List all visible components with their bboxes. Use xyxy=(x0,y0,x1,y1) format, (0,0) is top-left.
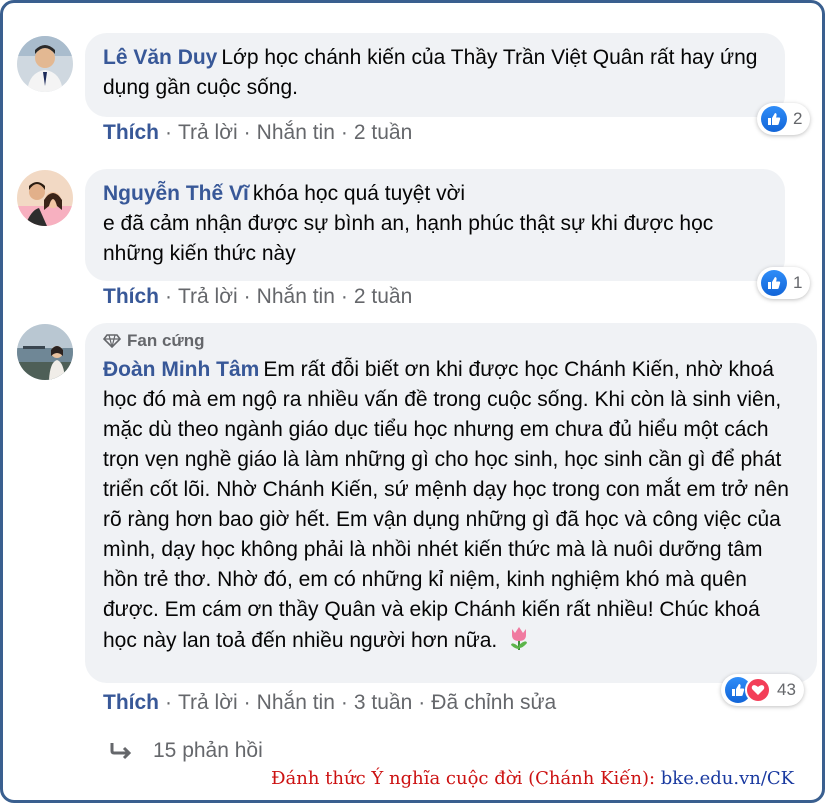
comment-bubble: Fan cứng Đoàn Minh Tâm Em rất đỗi biết ơn… xyxy=(85,323,817,683)
comment-text: khóa học quá tuyệt vời xyxy=(252,182,466,205)
comment-panel: Lê Văn Duy Lớp học chánh kiến của Thầy Tr… xyxy=(0,0,825,803)
replies-count[interactable]: 15 phản hồi xyxy=(153,739,263,763)
avatar[interactable] xyxy=(17,36,73,92)
comment-author[interactable]: Lê Văn Duy xyxy=(103,46,217,69)
footer-label: Đánh thức Ý nghĩa cuộc đời (Chánh Kiến): xyxy=(271,768,656,789)
reply-button[interactable]: Trả lời xyxy=(178,121,238,144)
like-button[interactable]: Thích xyxy=(103,121,159,144)
comment-text: Em rất đỗi biết ơn khi được học Chánh Ki… xyxy=(103,358,789,652)
reaction-summary[interactable]: 2 xyxy=(757,103,811,135)
comment-actions: Thích · Trả lời · Nhắn tin · 2 tuần xyxy=(103,285,413,308)
reaction-count: 43 xyxy=(777,680,796,699)
comment-bubble: Lê Văn Duy Lớp học chánh kiến của Thầy Tr… xyxy=(85,33,785,117)
avatar[interactable] xyxy=(17,170,73,226)
fan-badge: Fan cứng xyxy=(103,331,799,351)
reaction-count: 2 xyxy=(793,109,803,128)
comment-text: e đã cảm nhận được sự bình an, hạnh phúc… xyxy=(103,212,714,265)
diamond-icon xyxy=(103,334,121,348)
view-replies-link[interactable]: 15 phản hồi xyxy=(109,739,263,763)
comment-actions: Thích · Trả lời · Nhắn tin · 2 tuần xyxy=(103,121,413,144)
message-button[interactable]: Nhắn tin xyxy=(257,121,335,144)
love-icon xyxy=(745,677,771,703)
like-icon xyxy=(761,270,787,296)
tulip-icon xyxy=(507,625,531,660)
avatar[interactable] xyxy=(17,324,73,380)
like-icon xyxy=(761,106,787,132)
comment-author[interactable]: Nguyễn Thế Vĩ xyxy=(103,182,249,205)
footer-link[interactable]: bke.edu.vn/CK xyxy=(661,768,794,789)
like-button[interactable]: Thích xyxy=(103,285,159,308)
reply-arrow-icon xyxy=(110,743,132,760)
like-button[interactable]: Thích xyxy=(103,691,159,714)
message-button[interactable]: Nhắn tin xyxy=(257,285,335,308)
timestamp[interactable]: 3 tuần xyxy=(354,691,412,714)
timestamp[interactable]: 2 tuần xyxy=(354,121,412,144)
comment-bubble: Nguyễn Thế Vĩ khóa học quá tuyệt vời e đã… xyxy=(85,169,785,281)
comment-author[interactable]: Đoàn Minh Tâm xyxy=(103,358,259,381)
reaction-summary[interactable]: 1 xyxy=(757,267,811,299)
reaction-count: 1 xyxy=(793,273,803,292)
reply-button[interactable]: Trả lời xyxy=(178,691,238,714)
reaction-summary[interactable]: 43 xyxy=(721,674,804,706)
message-button[interactable]: Nhắn tin xyxy=(257,691,335,714)
edited-label[interactable]: Đã chỉnh sửa xyxy=(431,691,556,714)
footer-caption: Đánh thức Ý nghĩa cuộc đời (Chánh Kiến):… xyxy=(271,768,794,789)
timestamp[interactable]: 2 tuần xyxy=(354,285,412,308)
reply-button[interactable]: Trả lời xyxy=(178,285,238,308)
comment-actions: Thích · Trả lời · Nhắn tin · 3 tuần · Đã chỉnh s… xyxy=(103,691,557,714)
fan-badge-label: Fan cứng xyxy=(127,331,205,350)
